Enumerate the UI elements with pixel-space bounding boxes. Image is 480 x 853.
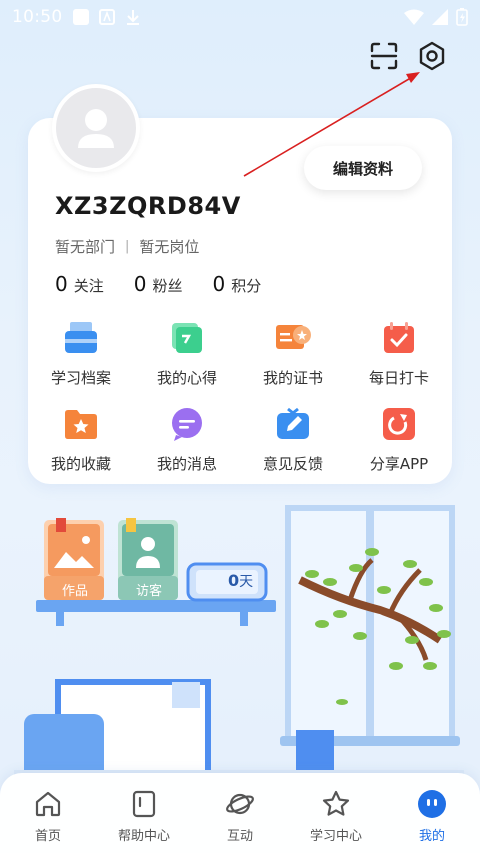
stat-value: 0 bbox=[55, 272, 68, 296]
feature-label: 我的证书 bbox=[262, 369, 323, 387]
stat-value: 0 bbox=[133, 272, 147, 296]
feature-label: 学习档案 bbox=[50, 369, 111, 387]
notes-icon bbox=[172, 323, 202, 353]
stat-follow[interactable]: 0 关注 bbox=[55, 272, 104, 296]
feature-feedback[interactable]: 意见反馈 bbox=[240, 404, 346, 474]
feature-label: 分享APP bbox=[369, 455, 429, 473]
days-unit: 天 bbox=[239, 574, 254, 590]
feature-label: 我的心得 bbox=[156, 369, 217, 387]
feedback-icon bbox=[277, 407, 309, 439]
edit-profile-button[interactable]: 编辑资料 bbox=[304, 146, 422, 190]
feature-daily-checkin[interactable]: 每日打卡 bbox=[346, 318, 452, 388]
bottom-nav: 首页 帮助中心 互动 学习中心 我的 bbox=[0, 773, 480, 853]
nav-label: 首页 bbox=[34, 829, 61, 844]
stat-points[interactable]: 0 积分 bbox=[213, 272, 262, 296]
profile-meta: 暂无部门 | 暂无岗位 bbox=[55, 236, 199, 257]
meta-separator: | bbox=[125, 239, 130, 254]
position-text: 暂无岗位 bbox=[139, 238, 200, 256]
star-folder-icon bbox=[65, 410, 97, 439]
stat-label: 积分 bbox=[231, 277, 262, 295]
works-label[interactable]: 作品 bbox=[44, 580, 106, 599]
planet-icon bbox=[226, 793, 254, 815]
chat-icon bbox=[172, 408, 202, 441]
room-illustration bbox=[14, 505, 464, 780]
feature-label: 我的消息 bbox=[156, 455, 217, 473]
feature-share-app[interactable]: 分享APP bbox=[346, 404, 452, 474]
stat-value: 0 bbox=[212, 272, 226, 296]
username: XZ3ZQRD84V bbox=[55, 192, 241, 220]
nav-label: 学习中心 bbox=[309, 829, 362, 844]
share-icon bbox=[383, 408, 415, 440]
feature-notes[interactable]: 我的心得 bbox=[134, 318, 240, 388]
feature-label: 每日打卡 bbox=[368, 369, 429, 387]
feature-label: 我的收藏 bbox=[50, 455, 111, 473]
feature-certificate[interactable]: 我的证书 bbox=[240, 318, 346, 388]
stat-fans[interactable]: 0 粉丝 bbox=[134, 272, 183, 296]
days-counter: 0天 bbox=[228, 571, 253, 591]
study-file-icon bbox=[65, 322, 97, 353]
feature-favorites[interactable]: 我的收藏 bbox=[28, 404, 134, 474]
nav-label: 帮助中心 bbox=[117, 829, 170, 844]
nav-mine[interactable]: 我的 bbox=[384, 773, 480, 853]
feature-study-file[interactable]: 学习档案 bbox=[28, 318, 134, 388]
nav-home[interactable]: 首页 bbox=[0, 773, 96, 853]
nav-help-center[interactable]: 帮助中心 bbox=[96, 773, 192, 853]
days-value: 0 bbox=[228, 571, 240, 590]
stat-label: 关注 bbox=[73, 277, 104, 295]
nav-label: 我的 bbox=[418, 829, 445, 844]
nav-study-center[interactable]: 学习中心 bbox=[288, 773, 384, 853]
visitor-label[interactable]: 访客 bbox=[118, 580, 180, 599]
stat-label: 粉丝 bbox=[152, 277, 183, 295]
department-text: 暂无部门 bbox=[55, 238, 116, 256]
feature-label: 意见反馈 bbox=[262, 455, 323, 473]
profile-face-icon bbox=[418, 790, 446, 818]
book-icon bbox=[132, 790, 156, 818]
certificate-icon bbox=[276, 325, 311, 349]
star-icon bbox=[322, 790, 350, 816]
nav-interact[interactable]: 互动 bbox=[192, 773, 288, 853]
home-icon bbox=[35, 791, 61, 817]
profile-stats: 0 关注 0 粉丝 0 积分 bbox=[55, 272, 291, 296]
calendar-check-icon bbox=[384, 322, 414, 353]
feature-messages[interactable]: 我的消息 bbox=[134, 404, 240, 474]
nav-label: 互动 bbox=[226, 829, 253, 844]
